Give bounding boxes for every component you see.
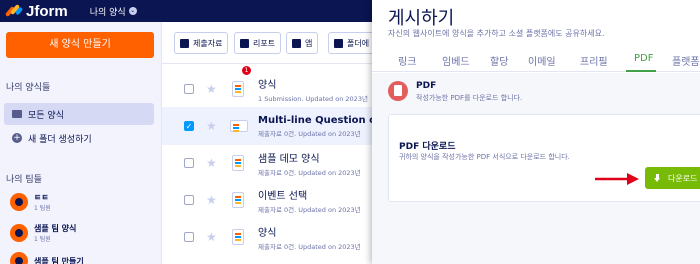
folder-icon [334, 38, 343, 48]
sidebar-item-new-folder[interactable]: + 새 폴더 생성하기 [4, 127, 154, 149]
star-icon[interactable]: ★ [206, 156, 217, 170]
tab-platform[interactable]: 플랫폼 [672, 53, 700, 68]
folder-icon [12, 110, 22, 118]
team-item[interactable]: 샘플 팀 만들기 [10, 252, 84, 264]
download-button[interactable]: 다운로드 [645, 167, 700, 189]
row-checkbox[interactable] [184, 84, 194, 94]
team-avatar [10, 193, 28, 211]
list-item[interactable]: ✓ ★ Multi-line Question card 제출자료 0건. Up… [162, 107, 372, 145]
pdf-download-description: 귀하의 양식을 작성가능한 PDF 서식으로 다운로드 합니다. [399, 153, 570, 161]
team-item[interactable]: 샘플 팀 양식 1 팀원 [10, 223, 76, 243]
form-title[interactable]: 양식 [258, 224, 372, 239]
form-icon [232, 229, 244, 245]
team-avatar [10, 252, 28, 264]
apps-button-label: 앱 [305, 38, 313, 48]
form-meta: 제출자료 0건. Updated on 2023년 [258, 168, 361, 177]
tab-link[interactable]: 링크 [398, 53, 416, 68]
team-name: 샘플 팀 양식 [34, 224, 77, 233]
download-icon [653, 173, 662, 183]
pdf-download-title: PDF 다운로드 [399, 142, 456, 152]
notification-badge: 1 [242, 66, 251, 75]
sidebar-item-label: 모든 양식 [28, 110, 64, 121]
active-tab-indicator [626, 70, 656, 72]
form-icon [232, 81, 244, 97]
workspace-title[interactable]: 나의 양식 ⌄ [90, 5, 137, 18]
tab-email[interactable]: 이메일 [528, 53, 556, 68]
star-icon[interactable]: ★ [206, 230, 217, 244]
apps-button[interactable]: 앱 [286, 32, 319, 54]
star-icon[interactable]: ★ [206, 82, 217, 96]
reports-button[interactable]: 리포트 [234, 32, 282, 54]
team-avatar [10, 224, 28, 242]
sidebar: 새 양식 만들기 나의 양식들 모든 양식 + 새 폴더 생성하기 나의 팀들 … [0, 22, 162, 264]
list-item[interactable]: ★ 양식 제출자료 0건. Updated on 2023년 [162, 218, 372, 256]
star-icon[interactable]: ★ [206, 119, 217, 133]
create-form-button[interactable]: 새 양식 만들기 [6, 32, 154, 58]
row-checkbox[interactable] [184, 232, 194, 242]
forms-toolbar: 제출자료 리포트 앱 폴더에 [162, 22, 376, 64]
plus-icon: + [12, 133, 22, 143]
row-checkbox[interactable] [184, 158, 194, 168]
form-title[interactable]: Multi-line Question card [258, 115, 372, 126]
list-item[interactable]: ★ 1 양식 1 Submission. Updated on 2023년 [162, 66, 372, 108]
team-name: 샘플 팀 만들기 [34, 256, 84, 264]
tab-assign[interactable]: 할당 [490, 53, 508, 68]
team-member-count: 1 팀원 [34, 205, 51, 212]
star-icon[interactable]: ★ [206, 193, 217, 207]
red-arrow-annotation [595, 173, 639, 185]
tab-prefill[interactable]: 프리필 [580, 53, 608, 68]
row-checkbox[interactable] [184, 195, 194, 205]
row-checkbox[interactable]: ✓ [184, 121, 194, 131]
list-item[interactable]: ★ 샘플 데모 양식 제출자료 0건. Updated on 2023년 [162, 144, 372, 182]
pdf-icon [388, 81, 408, 101]
report-icon [240, 38, 249, 48]
forms-list: ★ 1 양식 1 Submission. Updated on 2023년 ✓ … [162, 64, 372, 264]
pdf-section-title: PDF [416, 81, 437, 91]
pdf-section-header: PDF 작성가능한 PDF를 다운로드 합니다. [388, 81, 522, 103]
top-bar: Jform 나의 양식 ⌄ [0, 0, 372, 22]
team-item[interactable]: ㅌㅌ 1 팀원 [10, 192, 51, 212]
move-to-folder-button-label: 폴더에 [347, 38, 370, 48]
form-title[interactable]: 샘플 데모 양식 [258, 150, 372, 165]
list-item[interactable]: ★ 이벤트 선택 제출자료 0건. Updated on 2023년 [162, 181, 372, 219]
form-icon [232, 192, 244, 208]
logo-text[interactable]: Jform [26, 3, 68, 20]
form-meta: 제출자료 0건. Updated on 2023년 [258, 205, 361, 214]
apps-icon [292, 38, 301, 48]
submissions-button[interactable]: 제출자료 [174, 32, 229, 54]
sidebar-item-label: 새 폴더 생성하기 [28, 134, 92, 145]
form-meta: 제출자료 0건. Updated on 2023년 [258, 129, 361, 138]
pdf-section-description: 작성가능한 PDF를 다운로드 합니다. [416, 94, 523, 102]
reports-button-label: 리포트 [253, 38, 276, 48]
team-name: ㅌㅌ [34, 193, 49, 202]
form-card-icon [230, 120, 248, 132]
sidebar-item-all-forms[interactable]: 모든 양식 [4, 103, 154, 125]
panel-description: 자신의 웹사이트에 양식을 추가하고 소셜 플랫폼에도 공유하세요. [388, 29, 605, 38]
pdf-tab-content: PDF 작성가능한 PDF를 다운로드 합니다. PDF 다운로드 귀하의 양식… [372, 73, 700, 264]
team-member-count: 1 팀원 [34, 236, 51, 243]
panel-title: 게시하기 [388, 8, 455, 29]
tab-pdf[interactable]: PDF [634, 53, 653, 64]
tab-embed[interactable]: 임베드 [442, 53, 470, 68]
workspace-title-label: 나의 양식 [89, 7, 126, 18]
jform-logo-icon[interactable] [4, 3, 24, 19]
pdf-download-card: PDF 다운로드 귀하의 양식을 작성가능한 PDF 서식으로 다운로드 합니다… [388, 114, 700, 202]
form-icon [232, 155, 244, 171]
my-forms-section-title: 나의 양식들 [6, 83, 51, 93]
table-icon [180, 38, 189, 48]
form-meta: 1 Submission. Updated on 2023년 [258, 94, 368, 103]
download-button-label: 다운로드 [668, 173, 698, 183]
chevron-down-icon: ⌄ [128, 7, 137, 15]
submissions-button-label: 제출자료 [193, 38, 223, 48]
publish-tabs: 링크 임베드 할당 이메일 프리필 PDF 플랫폼 [372, 48, 700, 72]
publish-panel: 게시하기 자신의 웹사이트에 양식을 추가하고 소셜 플랫폼에도 공유하세요. … [372, 0, 700, 264]
form-meta: 제출자료 0건. Updated on 2023년 [258, 242, 361, 251]
form-title[interactable]: 양식 [258, 76, 372, 91]
form-title[interactable]: 이벤트 선택 [258, 187, 372, 202]
my-teams-section-title: 나의 팀들 [6, 175, 42, 185]
move-to-folder-button[interactable]: 폴더에 [328, 32, 376, 54]
